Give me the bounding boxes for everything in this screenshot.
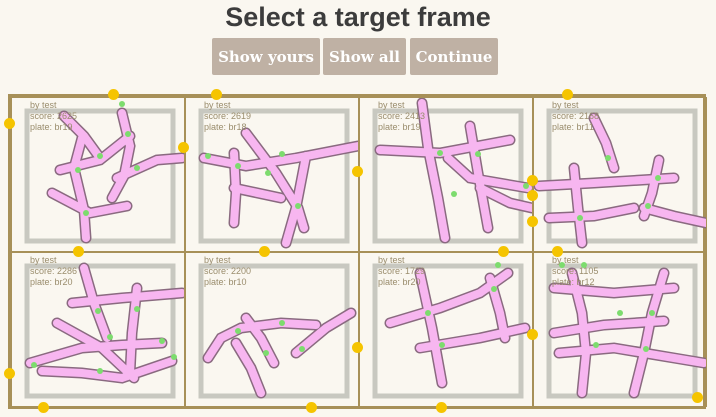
frame-score: score: 1105 bbox=[552, 266, 599, 276]
page-title: Select a target frame bbox=[225, 2, 491, 32]
target-frame[interactable]: by test score: 2619 plate: br18 bbox=[185, 97, 359, 252]
handle-dot[interactable] bbox=[178, 142, 189, 153]
handle-dot[interactable] bbox=[436, 402, 447, 413]
handle-dot[interactable] bbox=[4, 368, 15, 379]
handle-dot[interactable] bbox=[73, 246, 84, 257]
frame-score: score: 2200 bbox=[204, 266, 252, 276]
show-all-button[interactable]: Show all bbox=[323, 38, 406, 75]
handle-dot[interactable] bbox=[692, 392, 703, 403]
handle-dot[interactable] bbox=[306, 402, 317, 413]
handle-dot[interactable] bbox=[352, 166, 363, 177]
frame-plate: plate: br11 bbox=[552, 122, 594, 132]
target-frame[interactable]: by test score: 1105 plate: br12 bbox=[533, 252, 707, 407]
frame-score: score: 2619 bbox=[204, 111, 252, 121]
frame-author: by test bbox=[30, 100, 57, 110]
frame-plate: plate: br12 bbox=[552, 277, 595, 287]
frame-author: by test bbox=[552, 100, 579, 110]
handle-dot[interactable] bbox=[527, 175, 538, 186]
handle-dot[interactable] bbox=[527, 216, 538, 227]
frame-author: by test bbox=[378, 100, 405, 110]
frame-meta: by test score: 2200 plate: br10 bbox=[204, 255, 251, 288]
frame-meta: by test score: 2286 plate: br20 bbox=[30, 255, 77, 288]
handle-dot[interactable] bbox=[498, 246, 509, 257]
frame-author: by test bbox=[204, 100, 231, 110]
frame-author: by test bbox=[378, 255, 405, 265]
target-frame[interactable]: by test score: 2200 plate: br10 bbox=[185, 252, 359, 407]
handle-dot[interactable] bbox=[552, 246, 563, 257]
handle-dot[interactable] bbox=[352, 342, 363, 353]
handle-dot[interactable] bbox=[211, 89, 222, 100]
target-frame[interactable]: by test score: 1729 plate: br20 bbox=[359, 252, 533, 407]
frame-meta: by test score: 1105 plate: br12 bbox=[552, 255, 598, 288]
frame-meta: by test score: 2413 plate: br19 bbox=[378, 100, 425, 133]
frame-grid: by test score: 2625 plate: br19 by test … bbox=[8, 94, 707, 409]
frame-score: score: 2168 bbox=[552, 111, 600, 121]
frame-plate: plate: br20 bbox=[378, 277, 421, 287]
target-frame[interactable]: by test score: 2625 plate: br19 bbox=[11, 97, 185, 252]
frame-plate: plate: br19 bbox=[378, 122, 421, 132]
frame-plate: plate: br18 bbox=[204, 122, 247, 132]
frame-author: by test bbox=[204, 255, 231, 265]
frame-plate: plate: br20 bbox=[30, 277, 73, 287]
frame-plate: plate: br19 bbox=[30, 122, 73, 132]
frame-meta: by test score: 2168 plate: br11 bbox=[552, 100, 599, 133]
show-yours-button[interactable]: Show yours bbox=[212, 38, 320, 75]
handle-dot[interactable] bbox=[527, 329, 538, 340]
frame-score: score: 2413 bbox=[378, 111, 426, 121]
frame-meta: by test score: 2625 plate: br19 bbox=[30, 100, 77, 133]
frame-plate: plate: br10 bbox=[204, 277, 247, 287]
handle-dot[interactable] bbox=[108, 89, 119, 100]
target-frame[interactable]: by test score: 2286 plate: br20 bbox=[11, 252, 185, 407]
handle-dot[interactable] bbox=[4, 118, 15, 129]
handle-dot[interactable] bbox=[527, 190, 538, 201]
frame-score: score: 2286 bbox=[30, 266, 78, 276]
frame-score: score: 1729 bbox=[378, 266, 426, 276]
target-frame[interactable]: by test score: 2413 plate: br19 bbox=[359, 97, 533, 252]
handle-dot[interactable] bbox=[259, 246, 270, 257]
frame-meta: by test score: 1729 plate: br20 bbox=[378, 255, 425, 288]
frame-score: score: 2625 bbox=[30, 111, 78, 121]
target-frame[interactable]: by test score: 2168 plate: br11 bbox=[533, 97, 707, 252]
continue-button[interactable]: Continue bbox=[410, 38, 498, 75]
handle-dot[interactable] bbox=[38, 402, 49, 413]
handle-dot[interactable] bbox=[562, 89, 573, 100]
frame-author: by test bbox=[30, 255, 57, 265]
frame-meta: by test score: 2619 plate: br18 bbox=[204, 100, 251, 133]
